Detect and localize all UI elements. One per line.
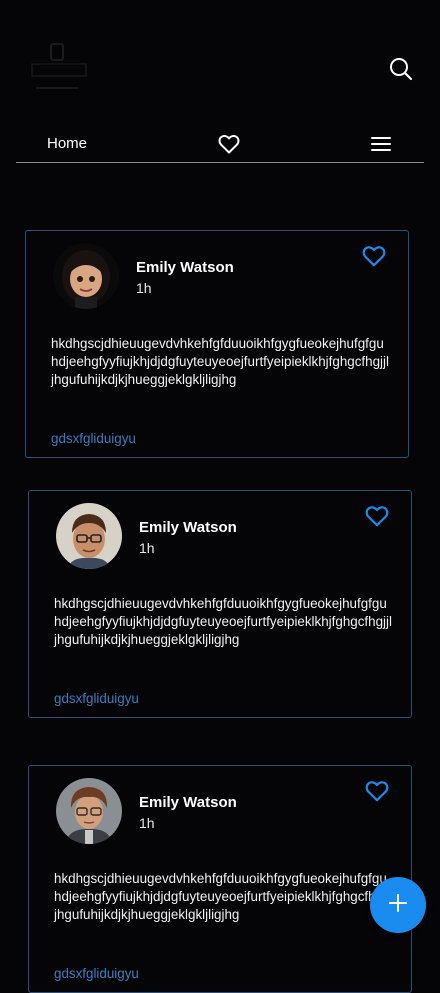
- post-author[interactable]: Emily Watson: [139, 794, 237, 811]
- post-tag-link[interactable]: gdsxfgliduigyu: [51, 431, 136, 446]
- post-text: hkdhgscjdhieuugevdvhkehfgfduuoikhfgygfue…: [54, 596, 392, 647]
- post-time: 1h: [136, 280, 152, 296]
- heart-icon[interactable]: [364, 503, 390, 529]
- heart-icon[interactable]: [217, 132, 241, 156]
- add-post-button[interactable]: [370, 877, 426, 933]
- post-author[interactable]: Emily Watson: [136, 259, 234, 276]
- post-time: 1h: [139, 815, 155, 831]
- post-tag-link[interactable]: gdsxfgliduigyu: [54, 691, 139, 706]
- post-card: Emily Watson 1h hkdhgscjdhieuugevdvhkehf…: [28, 765, 412, 993]
- menu-icon[interactable]: [371, 135, 391, 153]
- nav-home-link[interactable]: Home: [47, 135, 87, 152]
- top-navigation: Home: [16, 126, 424, 163]
- post-text: hkdhgscjdhieuugevdvhkehfgfduuoikhfgygfue…: [54, 871, 392, 922]
- post-card: Emily Watson 1h hkdhgscjdhieuugevdvhkehf…: [28, 490, 412, 718]
- avatar[interactable]: [53, 243, 119, 309]
- avatar[interactable]: [56, 778, 122, 844]
- post-author[interactable]: Emily Watson: [139, 519, 237, 536]
- avatar[interactable]: [56, 503, 122, 569]
- search-icon[interactable]: [388, 56, 414, 82]
- post-card: Emily Watson 1h hkdhgscjdhieuugevdvhkehf…: [25, 230, 409, 458]
- heart-icon[interactable]: [361, 243, 387, 269]
- post-time: 1h: [139, 540, 155, 556]
- post-text: hkdhgscjdhieuugevdvhkehfgfduuoikhfgygfue…: [51, 336, 389, 387]
- brand-logo[interactable]: [28, 40, 90, 98]
- heart-icon[interactable]: [364, 778, 390, 804]
- post-tag-link[interactable]: gdsxfgliduigyu: [54, 966, 139, 981]
- plus-icon: [388, 893, 408, 918]
